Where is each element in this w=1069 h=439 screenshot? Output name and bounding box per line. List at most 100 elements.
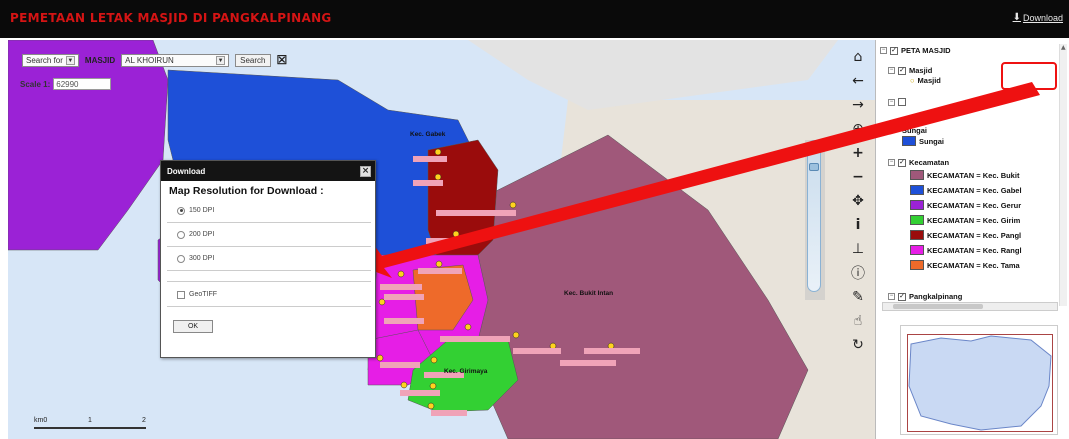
legend-swatch [910, 215, 924, 225]
zoom-in-icon[interactable]: + [849, 144, 867, 162]
scale-control: Scale 1: 62990 [20, 78, 112, 90]
option-200-dpi[interactable]: 200 DPI [167, 223, 371, 247]
scroll-thumb[interactable] [893, 304, 983, 309]
legend-label: KECAMATAN = Kec. Bukit [927, 170, 1020, 180]
legend-kecamatan-item: KECAMATAN = Kec. Bukit [910, 170, 1019, 180]
legend-label: KECAMATAN = Kec. Gabel [927, 185, 1022, 195]
masjid-marker [434, 148, 442, 156]
legend-swatch [910, 185, 924, 195]
layer-checkbox[interactable]: ✓ [898, 66, 906, 75]
tree-row-masjid[interactable]: − ✓ Masjid [888, 66, 932, 75]
layer-panel: − ✓ PETA MASJID − ✓ Masjid ○ Masjid − Su… [875, 40, 1069, 439]
chevron-down-icon: ▼ [216, 55, 226, 65]
overview-map[interactable] [900, 325, 1058, 435]
layer-label-root: PETA MASJID [901, 46, 951, 55]
legend-swatch [910, 200, 924, 210]
chevron-down-icon: ▼ [65, 55, 75, 65]
download-link[interactable]: ⬇ Download [1013, 12, 1063, 23]
pencil-icon[interactable]: ✎ [849, 288, 867, 306]
masjid-select[interactable]: AL KHOIRUN ▼ [121, 53, 230, 67]
tree-row-sungai[interactable]: Sungai [902, 126, 927, 135]
download-label: Download [1022, 12, 1063, 23]
home-icon[interactable]: ⌂ [849, 48, 867, 66]
download-dialog: Download × Map Resolution for Download :… [160, 160, 376, 358]
map-canvas[interactable]: Kec. Gabek Kec. Bukit Intan Kec. Girimay… [8, 40, 875, 439]
dialog-header: Download × [161, 161, 375, 181]
scroll-up-icon[interactable]: ▲ [1061, 44, 1066, 51]
legend-label: KECAMATAN = Kec. Tama [927, 260, 1020, 270]
map-label-girimaya: Kec. Girimaya [444, 368, 488, 375]
tree-row-kecamatan[interactable]: − ✓ Kecamatan [888, 158, 949, 167]
identify-icon[interactable]: ⓘ [849, 264, 867, 282]
layer-label-masjid: Masjid [909, 66, 933, 75]
pan-icon[interactable]: ✥ [849, 192, 867, 210]
overview-extent[interactable] [907, 334, 1053, 432]
layer-label-sungai: Sungai [902, 126, 928, 135]
layer-scrollbar[interactable]: ▲ [1059, 44, 1067, 306]
scalebar-line [34, 427, 146, 429]
legend-swatch [902, 136, 916, 146]
collapse-icon[interactable]: − [880, 47, 887, 54]
layer-hscrollbar[interactable] [882, 302, 1058, 311]
legend-label: KECAMATAN = Kec. Girim [927, 215, 1021, 225]
zoom-bar[interactable] [807, 140, 821, 292]
option-300-dpi[interactable]: 300 DPI [167, 247, 371, 271]
info-icon[interactable]: i [849, 216, 867, 234]
masjid-marker [464, 323, 472, 331]
search-for-select[interactable]: Search for ▼ [22, 53, 79, 67]
measure-icon[interactable]: ⊥ [849, 240, 867, 258]
search-button[interactable]: Search [235, 53, 271, 67]
masjid-marker [435, 260, 443, 268]
tree-row-root[interactable]: − ✓ PETA MASJID [880, 46, 951, 55]
masjid-marker [509, 201, 517, 209]
globe-icon[interactable]: ⊕ [849, 120, 867, 138]
layer-checkbox[interactable]: ✓ [898, 158, 906, 167]
collapse-icon[interactable]: − [888, 159, 895, 166]
tree-row-hidden[interactable]: − [888, 98, 906, 106]
checkbox-icon[interactable] [177, 290, 185, 299]
legend-masjid: ○ Masjid [910, 76, 941, 85]
legend-kecamatan-item: KECAMATAN = Kec. Tama [910, 260, 1020, 270]
legend-swatch [910, 170, 924, 180]
radio-icon[interactable] [177, 206, 185, 215]
title-bar: PEMETAAN LETAK MASJID DI PANGKALPINANG ⬇… [0, 0, 1069, 38]
close-icon[interactable]: ☒ [277, 53, 288, 67]
dialog-title: Download [167, 166, 206, 176]
map-svg[interactable]: Kec. Gabek Kec. Bukit Intan Kec. Girimay… [8, 40, 875, 439]
zoom-out-icon[interactable]: − [849, 168, 867, 186]
close-icon[interactable]: × [360, 165, 371, 177]
refresh-icon[interactable]: ↻ [849, 336, 867, 354]
radio-icon[interactable] [177, 254, 185, 263]
pan-left-icon[interactable]: ← [849, 72, 867, 90]
map-tools: ⌂ ← → ⊕ + − ✥ i ⊥ ⓘ ✎ ☝ ↻ [843, 42, 873, 439]
radio-icon[interactable] [177, 230, 185, 239]
ok-button[interactable]: OK [173, 320, 213, 333]
zoom-bar-knob[interactable] [809, 163, 819, 171]
masjid-marker [400, 381, 408, 389]
masjid-marker [427, 402, 435, 410]
pan-right-icon[interactable]: → [849, 96, 867, 114]
collapse-icon[interactable]: − [888, 293, 895, 300]
legend-kecamatan-item: KECAMATAN = Kec. Rangl [910, 245, 1022, 255]
scalebar-tick: 2 [142, 417, 146, 424]
map-label-gabek: Kec. Gabek [410, 131, 446, 138]
legend-swatch [910, 260, 924, 270]
legend-swatch [910, 230, 924, 240]
dialog-heading: Map Resolution for Download : [169, 185, 324, 197]
layer-checkbox[interactable]: ✓ [898, 292, 906, 301]
legend-kecamatan-item: KECAMATAN = Kec. Pangl [910, 230, 1021, 240]
masjid-marker-icon: ○ [910, 76, 915, 85]
collapse-icon[interactable]: − [888, 98, 895, 106]
layer-checkbox[interactable] [898, 98, 906, 106]
geotiff-option[interactable]: GeoTIFF [167, 283, 371, 307]
option-150-dpi[interactable]: 150 DPI [167, 199, 371, 223]
layer-label-kecamatan: Kecamatan [909, 158, 950, 167]
scale-input[interactable]: 62990 [53, 78, 112, 90]
legend-label: KECAMATAN = Kec. Gerur [927, 200, 1022, 210]
tree-row-pangkalpinang[interactable]: − ✓ Pangkalpinang [888, 292, 962, 301]
masjid-marker [429, 382, 437, 390]
legend-label: KECAMATAN = Kec. Rangl [927, 245, 1022, 255]
collapse-icon[interactable]: − [888, 67, 895, 74]
hand-icon[interactable]: ☝ [849, 312, 867, 330]
layer-checkbox[interactable]: ✓ [890, 46, 898, 55]
